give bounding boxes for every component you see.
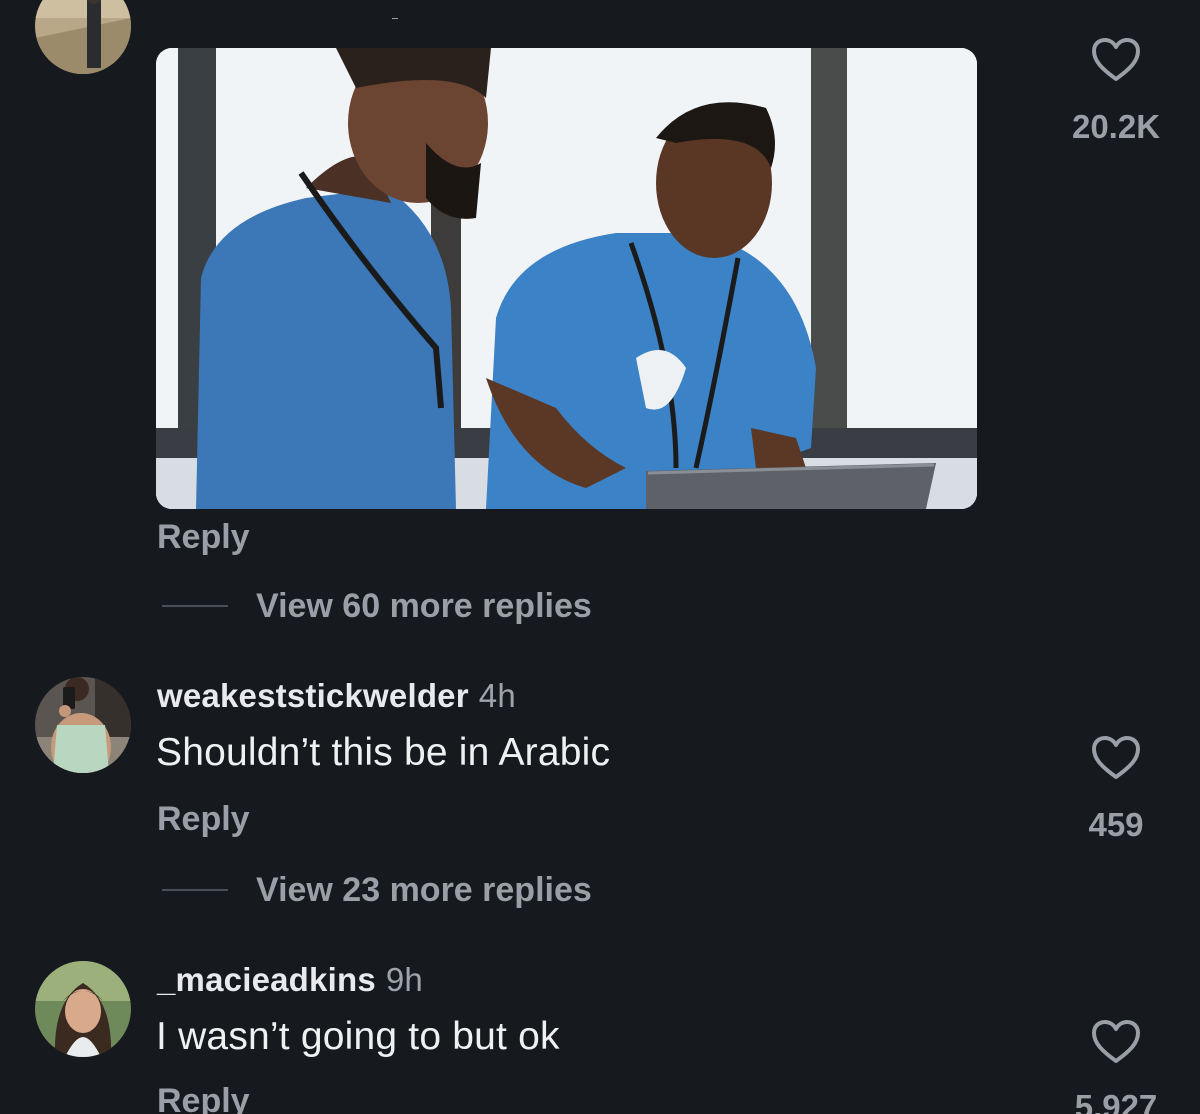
- reply-button[interactable]: Reply: [157, 1082, 250, 1114]
- divider-dash: [162, 605, 228, 607]
- username[interactable]: weakeststickwelder: [157, 677, 469, 714]
- timestamp: 9h: [385, 961, 423, 998]
- comment-author[interactable]: _macieadkins 9h: [157, 961, 423, 999]
- view-more-replies-button[interactable]: View 60 more replies: [162, 586, 592, 626]
- view-more-replies-label: View 23 more replies: [256, 870, 592, 909]
- timestamp: 4h: [478, 677, 516, 714]
- divider: [392, 18, 398, 19]
- comment-text: Shouldn’t this be in Arabic: [156, 731, 611, 774]
- heart-outline-icon: [1092, 38, 1140, 81]
- reply-button[interactable]: Reply: [157, 518, 250, 557]
- like-count: 5,927: [1074, 1088, 1158, 1114]
- like-button[interactable]: [1090, 1018, 1142, 1066]
- comment-author[interactable]: weakeststickwelder 4h: [157, 677, 516, 715]
- heart-outline-icon: [1092, 736, 1140, 779]
- reply-button[interactable]: Reply: [157, 800, 250, 839]
- like-button[interactable]: [1090, 36, 1142, 84]
- avatar[interactable]: [35, 677, 131, 773]
- view-more-replies-button[interactable]: View 23 more replies: [162, 870, 592, 910]
- username[interactable]: _macieadkins: [157, 961, 376, 998]
- like-button[interactable]: [1090, 734, 1142, 782]
- avatar[interactable]: [35, 961, 131, 1057]
- divider-dash: [162, 889, 228, 891]
- comment-text: I wasn’t going to but ok: [156, 1015, 560, 1058]
- view-more-replies-label: View 60 more replies: [256, 586, 592, 625]
- comment-gif-image[interactable]: [156, 48, 977, 509]
- heart-outline-icon: [1092, 1020, 1140, 1063]
- like-count: 20.2K: [1071, 108, 1161, 145]
- avatar[interactable]: [35, 0, 131, 74]
- comments-sheet: 20.2K Reply View 60 more replies weakest…: [0, 0, 1200, 1114]
- like-count: 459: [1088, 806, 1144, 843]
